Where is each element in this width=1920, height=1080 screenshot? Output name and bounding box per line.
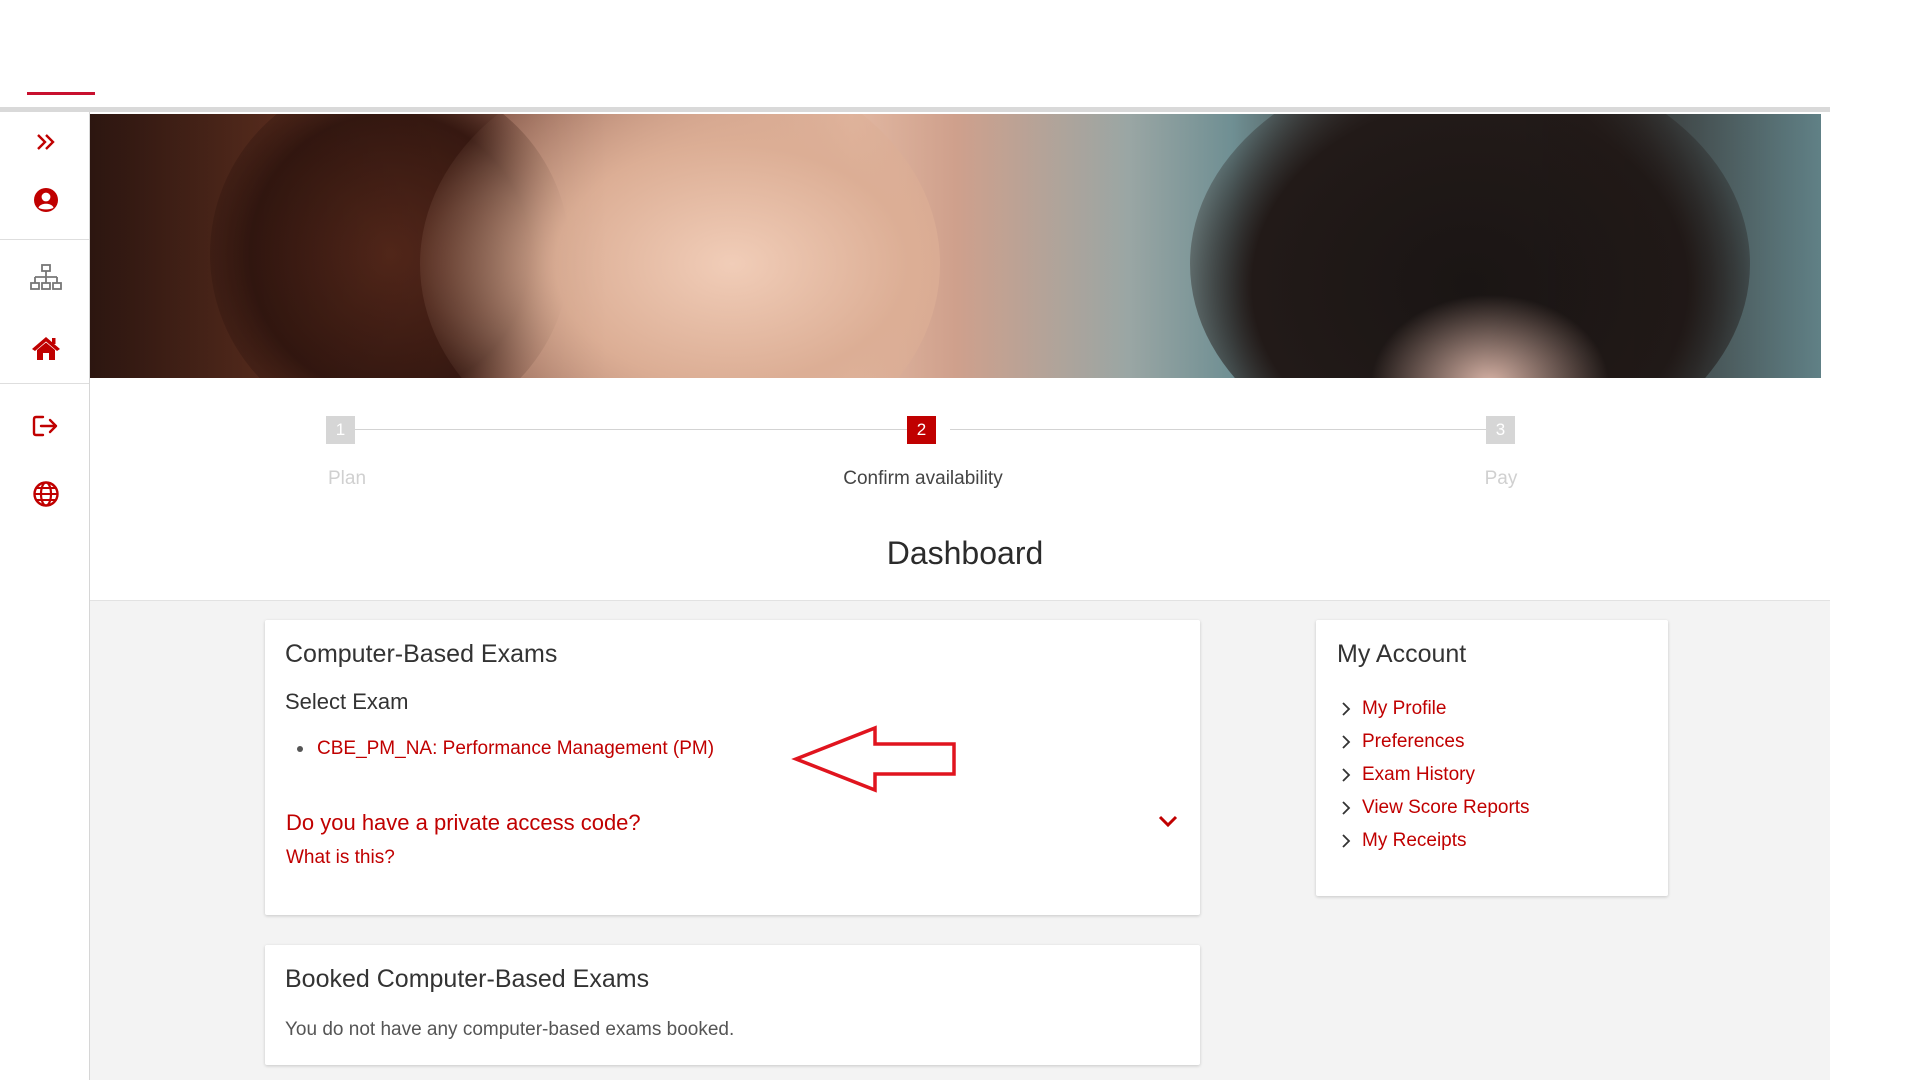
computer-based-exams-card: Computer-Based Exams Select Exam CBE_PM_… [265,620,1200,915]
step-2-label: Confirm availability [843,468,1003,489]
card-title: Booked Computer-Based Exams [285,965,650,993]
sidebar-group-account [0,112,89,240]
step-3-label: Pay [1484,468,1518,489]
sidebar-group-system [0,384,89,534]
expand-sidebar-button[interactable] [22,122,70,162]
top-accent-bar [27,92,95,95]
exam-link[interactable]: CBE_PM_NA: Performance Management (PM) [297,738,715,760]
booking-progress-stepper: 1 Plan 2 Confirm availability 3 Pay [90,378,1830,518]
exam-list: CBE_PM_NA: Performance Management (PM) [297,738,715,760]
top-divider [0,107,1830,112]
top-bar [0,0,1830,112]
sign-out-button[interactable] [22,406,70,446]
exam-link-label: CBE_PM_NA: Performance Management (PM) [317,738,715,759]
chevron-right-icon [1342,767,1351,782]
step-3-number: 3 [1486,416,1515,444]
chevron-right-icon [1342,800,1351,815]
link-label: My Receipts [1362,829,1467,851]
select-exam-label: Select Exam [285,689,409,714]
access-code-expand-button[interactable] [1153,806,1183,836]
my-account-card: My Account My Profile Preferences Exam H… [1316,620,1668,896]
exam-history-link[interactable]: Exam History [1341,758,1530,791]
link-label: View Score Reports [1362,796,1530,818]
link-label: Exam History [1362,763,1475,785]
sidebar [0,112,90,1080]
preferences-link[interactable]: Preferences [1341,725,1530,758]
page-title: Dashboard [886,535,1044,571]
double-chevron-right-icon [37,134,55,150]
chevron-right-icon [1342,833,1351,848]
chevron-right-icon [1342,701,1351,716]
no-booked-exams-message: You do not have any computer-based exams… [285,1019,735,1040]
my-receipts-link[interactable]: My Receipts [1341,824,1530,857]
private-access-code-toggle[interactable]: Do you have a private access code? [286,810,641,836]
booked-exams-card: Booked Computer-Based Exams You do not h… [265,945,1200,1065]
step-connector [950,429,1501,430]
user-profile-button[interactable] [22,180,70,220]
globe-icon [33,481,59,507]
sign-out-icon [32,415,58,437]
account-links: My Profile Preferences Exam History View… [1341,692,1530,857]
card-title: My Account [1337,640,1467,668]
language-button[interactable] [22,474,70,514]
link-label: My Profile [1362,697,1447,719]
chevron-right-icon [1342,734,1351,749]
view-score-reports-link[interactable]: View Score Reports [1341,791,1530,824]
home-icon [32,337,60,360]
sitemap-icon [30,264,62,290]
hero-banner-image [90,114,1821,378]
step-1-number: 1 [326,416,355,444]
sidebar-group-nav [0,240,89,384]
what-is-this-link[interactable]: What is this? [286,847,395,869]
step-1-label: Plan [327,468,367,489]
home-button[interactable] [22,328,70,368]
sitemap-button[interactable] [22,258,70,298]
step-connector [355,429,921,430]
step-2-number: 2 [907,416,936,444]
user-circle-icon [34,188,58,212]
list-bullet [297,746,303,752]
card-title: Computer-Based Exams [285,640,558,668]
my-profile-link[interactable]: My Profile [1341,692,1530,725]
chevron-down-icon [1158,815,1178,828]
annotation-arrow-icon [791,725,956,793]
link-label: Preferences [1362,730,1465,752]
